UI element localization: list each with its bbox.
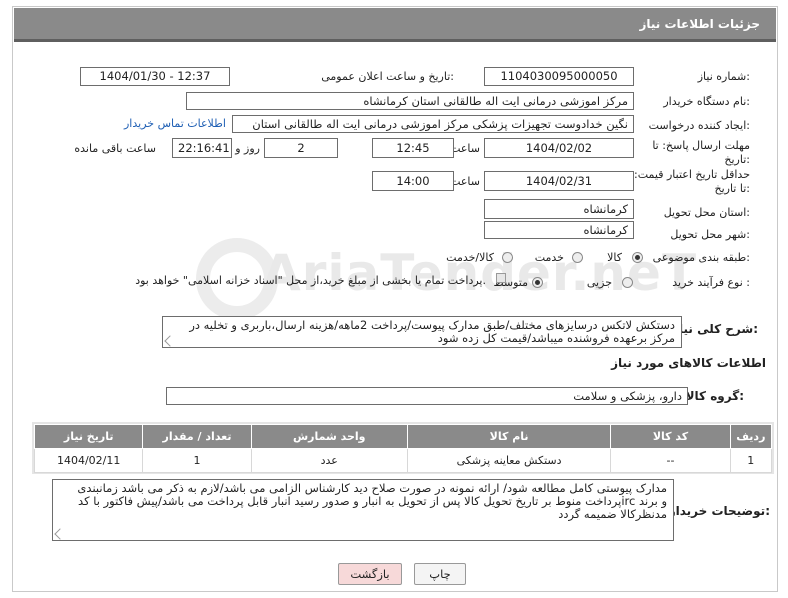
cell-row: 1 <box>729 448 773 473</box>
print-button[interactable]: چاپ <box>414 563 466 585</box>
goods-table: ردیف کد کالا نام کالا واحد شمارش تعداد /… <box>33 424 773 473</box>
col-unit: واحد شمارش <box>250 424 408 449</box>
back-button[interactable]: بازگشت <box>338 563 402 585</box>
process-radio-medium[interactable] <box>532 277 543 288</box>
deadline-time-field: 12:45 <box>372 138 454 158</box>
city-label: شهر محل تحویل: <box>670 228 750 241</box>
category-radio-goods-service[interactable] <box>502 252 513 263</box>
category-option-goods-service: کالا/خدمت <box>446 251 494 264</box>
goods-section-title: اطلاعات کالاهای مورد نیاز <box>611 356 766 370</box>
buyer-contact-link[interactable]: اطلاعات تماس خریدار <box>124 117 226 130</box>
col-row: ردیف <box>729 424 773 449</box>
goods-group-label: گروه کالا: <box>685 389 744 403</box>
header-bar: جزئیات اطلاعات نیاز <box>14 8 776 42</box>
category-option-goods: کالا <box>607 251 622 264</box>
category-option-service: خدمت <box>534 251 564 264</box>
remaining-label: ساعت باقی مانده <box>74 142 156 155</box>
validity-time-field: 14:00 <box>372 171 454 191</box>
col-qty: تعداد / مقدار <box>142 424 252 449</box>
col-name: نام کالا <box>406 424 612 449</box>
validity-date-field: 1404/02/31 <box>484 171 634 191</box>
process-option-minor: جزیی <box>586 276 612 289</box>
cell-code: -- <box>610 448 731 473</box>
process-radio-minor[interactable] <box>622 277 633 288</box>
process-label: نوع فرآیند خرید : <box>672 276 750 289</box>
page-title: جزئیات اطلاعات نیاز <box>639 17 760 31</box>
buyer-label: نام دستگاه خریدار: <box>663 95 750 108</box>
remaining-time-field: 22:16:41 <box>172 138 232 158</box>
announce-label: تاریخ و ساعت اعلان عمومی: <box>321 70 454 83</box>
deadline-label: مهلت ارسال پاسخ: تا تاریخ: <box>652 139 750 166</box>
province-field: کرمانشاه <box>484 199 634 219</box>
col-date: تاریخ نیاز <box>33 424 144 449</box>
deadline-time-word: ساعت <box>450 142 480 155</box>
need-number-field: 1104030095000050 <box>484 67 634 86</box>
province-label: استان محل تحویل: <box>663 206 750 219</box>
description-textarea: دستکش لاتکس درسایزهای مختلف/طبق مدارک پی… <box>162 316 682 348</box>
description-label: شرح کلی نیاز: <box>672 322 758 336</box>
cell-name: دستکش معاینه پزشکی <box>406 448 612 473</box>
city-field: کرمانشاه <box>484 221 634 239</box>
cell-qty: 1 <box>142 448 252 473</box>
category-radio-goods[interactable] <box>632 252 643 263</box>
treasury-payment-checkbox[interactable] <box>496 273 506 283</box>
validity-time-word: ساعت <box>450 175 480 188</box>
treasury-payment-note: پرداخت تمام یا بخشی از مبلغ خرید،از محل … <box>135 274 486 287</box>
buyer-notes-label: توضیحات خریدار: <box>668 504 770 518</box>
days-word: روز و <box>235 142 260 155</box>
validity-label: حداقل تاریخ اعتبار قیمت: تا تاریخ: <box>634 168 750 195</box>
cell-unit: عدد <box>250 448 408 473</box>
col-code: کد کالا <box>610 424 731 449</box>
buyer-field: مرکز اموزشی درمانی ایت اله طالقانی استان… <box>186 92 634 110</box>
table-row: 1 -- دستکش معاینه پزشکی عدد 1 1404/02/11 <box>33 448 773 473</box>
need-number-label: شماره نیاز: <box>697 70 750 83</box>
cell-date: 1404/02/11 <box>33 448 144 473</box>
buyer-notes-textarea: مدارک پیوستی کامل مطالعه شود/ ارائه نمون… <box>52 479 674 541</box>
category-radio-service[interactable] <box>572 252 583 263</box>
creator-label: ایجاد کننده درخواست: <box>648 119 750 132</box>
goods-group-field: دارو، پزشکی و سلامت <box>166 387 688 405</box>
days-field: 2 <box>264 138 338 158</box>
goods-table-header-row: ردیف کد کالا نام کالا واحد شمارش تعداد /… <box>33 424 773 449</box>
category-label: طبقه بندی موضوعی: <box>652 251 750 264</box>
creator-field: نگین خدادوست تجهیزات پزشکی مرکز اموزشی د… <box>232 115 634 133</box>
announce-field: 1404/01/30 - 12:37 <box>80 67 230 86</box>
buyer-notes-text: مدارک پیوستی کامل مطالعه شود/ ارائه نمون… <box>77 481 667 521</box>
description-text: دستکش لاتکس درسایزهای مختلف/طبق مدارک پی… <box>189 318 675 345</box>
deadline-date-field: 1404/02/02 <box>484 138 634 158</box>
